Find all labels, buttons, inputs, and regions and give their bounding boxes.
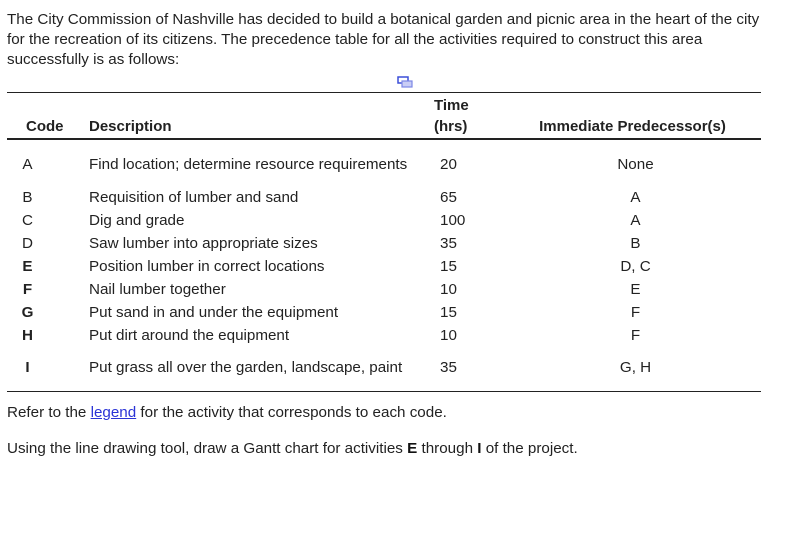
cell-time: 15: [440, 303, 457, 321]
table-row: D Saw lumber into appropriate sizes 35 B: [7, 232, 761, 255]
instruction-before: Using the line drawing tool, draw a Gant…: [7, 440, 408, 457]
cell-time: 15: [440, 257, 457, 275]
table-row: F Nail lumber together 10 E: [7, 278, 761, 301]
table-body: A Find location; determine resource requi…: [7, 139, 761, 392]
legend-link[interactable]: legend: [91, 404, 137, 421]
cell-description: Nail lumber together: [89, 280, 226, 298]
cell-time: 20: [440, 156, 457, 173]
cell-predecessors: None: [617, 156, 654, 173]
table-row: I Put grass all over the garden, landscap…: [7, 347, 761, 392]
header-time: Time (hrs): [434, 92, 504, 140]
cell-predecessors: B: [630, 234, 641, 252]
cell-code: I: [25, 359, 30, 376]
cell-predecessors: D, C: [620, 257, 651, 275]
cell-time: 35: [440, 359, 457, 376]
cell-time: 35: [440, 234, 457, 252]
cell-time: 10: [440, 280, 457, 298]
cell-predecessors: A: [630, 211, 641, 229]
table-row: B Requisition of lumber and sand 65 A: [7, 186, 761, 209]
cell-code: B: [22, 188, 33, 206]
cell-time: 100: [440, 211, 466, 229]
cell-description: Put dirt around the equipment: [89, 326, 290, 344]
header-description: Description: [89, 92, 434, 140]
table-row: G Put sand in and under the equipment 15 F: [7, 301, 761, 324]
cell-code: H: [22, 326, 33, 344]
cell-description: Put grass all over the garden, landscape…: [89, 359, 403, 376]
header-time-line1: Time: [434, 97, 469, 114]
header-time-line2: (hrs): [434, 118, 468, 135]
cell-code: G: [21, 303, 34, 321]
instruction-middle: through: [417, 440, 478, 457]
header-code: Code: [7, 92, 89, 140]
table-header-row: Code Description Time (hrs) Immediate Pr…: [7, 92, 761, 140]
cell-predecessors: A: [630, 188, 641, 206]
cell-predecessors: E: [630, 280, 641, 298]
cell-code: E: [22, 257, 33, 275]
cell-code: A: [22, 156, 33, 173]
instruction-after: of the project.: [481, 440, 578, 457]
cell-description: Put sand in and under the equipment: [89, 303, 339, 321]
legend-note: Refer to the legend for the activity tha…: [7, 403, 447, 423]
cell-description: Position lumber in correct locations: [89, 257, 325, 275]
header-predecessors: Immediate Predecessor(s): [504, 92, 761, 140]
precedence-table: Code Description Time (hrs) Immediate Pr…: [7, 92, 761, 392]
table-row: A Find location; determine resource requi…: [7, 139, 761, 186]
instruction-text: Using the line drawing tool, draw a Gant…: [7, 439, 578, 459]
intro-paragraph: The City Commission of Nashville has dec…: [7, 11, 760, 68]
cell-predecessors: F: [630, 303, 641, 321]
legend-note-before: Refer to the: [7, 404, 91, 421]
table-row: H Put dirt around the equipment 10 F: [7, 324, 761, 347]
cell-code: F: [22, 280, 33, 298]
cell-time: 65: [440, 188, 457, 206]
table-row: E Position lumber in correct locations 15 D…: [7, 255, 761, 278]
instruction-bold-start: E: [407, 440, 418, 457]
cell-description: Saw lumber into appropriate sizes: [89, 234, 318, 252]
cell-description: Requisition of lumber and sand: [89, 188, 299, 206]
cell-description: Dig and grade: [89, 211, 185, 229]
cell-predecessors: G, H: [619, 359, 652, 376]
cell-description: Find location; determine resource requir…: [89, 156, 408, 173]
popout-window-icon[interactable]: [397, 75, 413, 88]
cell-code: D: [22, 234, 33, 252]
table-row: C Dig and grade 100 A: [7, 209, 761, 232]
cell-predecessors: F: [630, 326, 641, 344]
cell-time: 10: [440, 326, 457, 344]
precedence-table-container: Code Description Time (hrs) Immediate Pr…: [7, 92, 761, 392]
legend-note-after: for the activity that corresponds to eac…: [136, 404, 447, 421]
cell-code: C: [22, 211, 33, 229]
